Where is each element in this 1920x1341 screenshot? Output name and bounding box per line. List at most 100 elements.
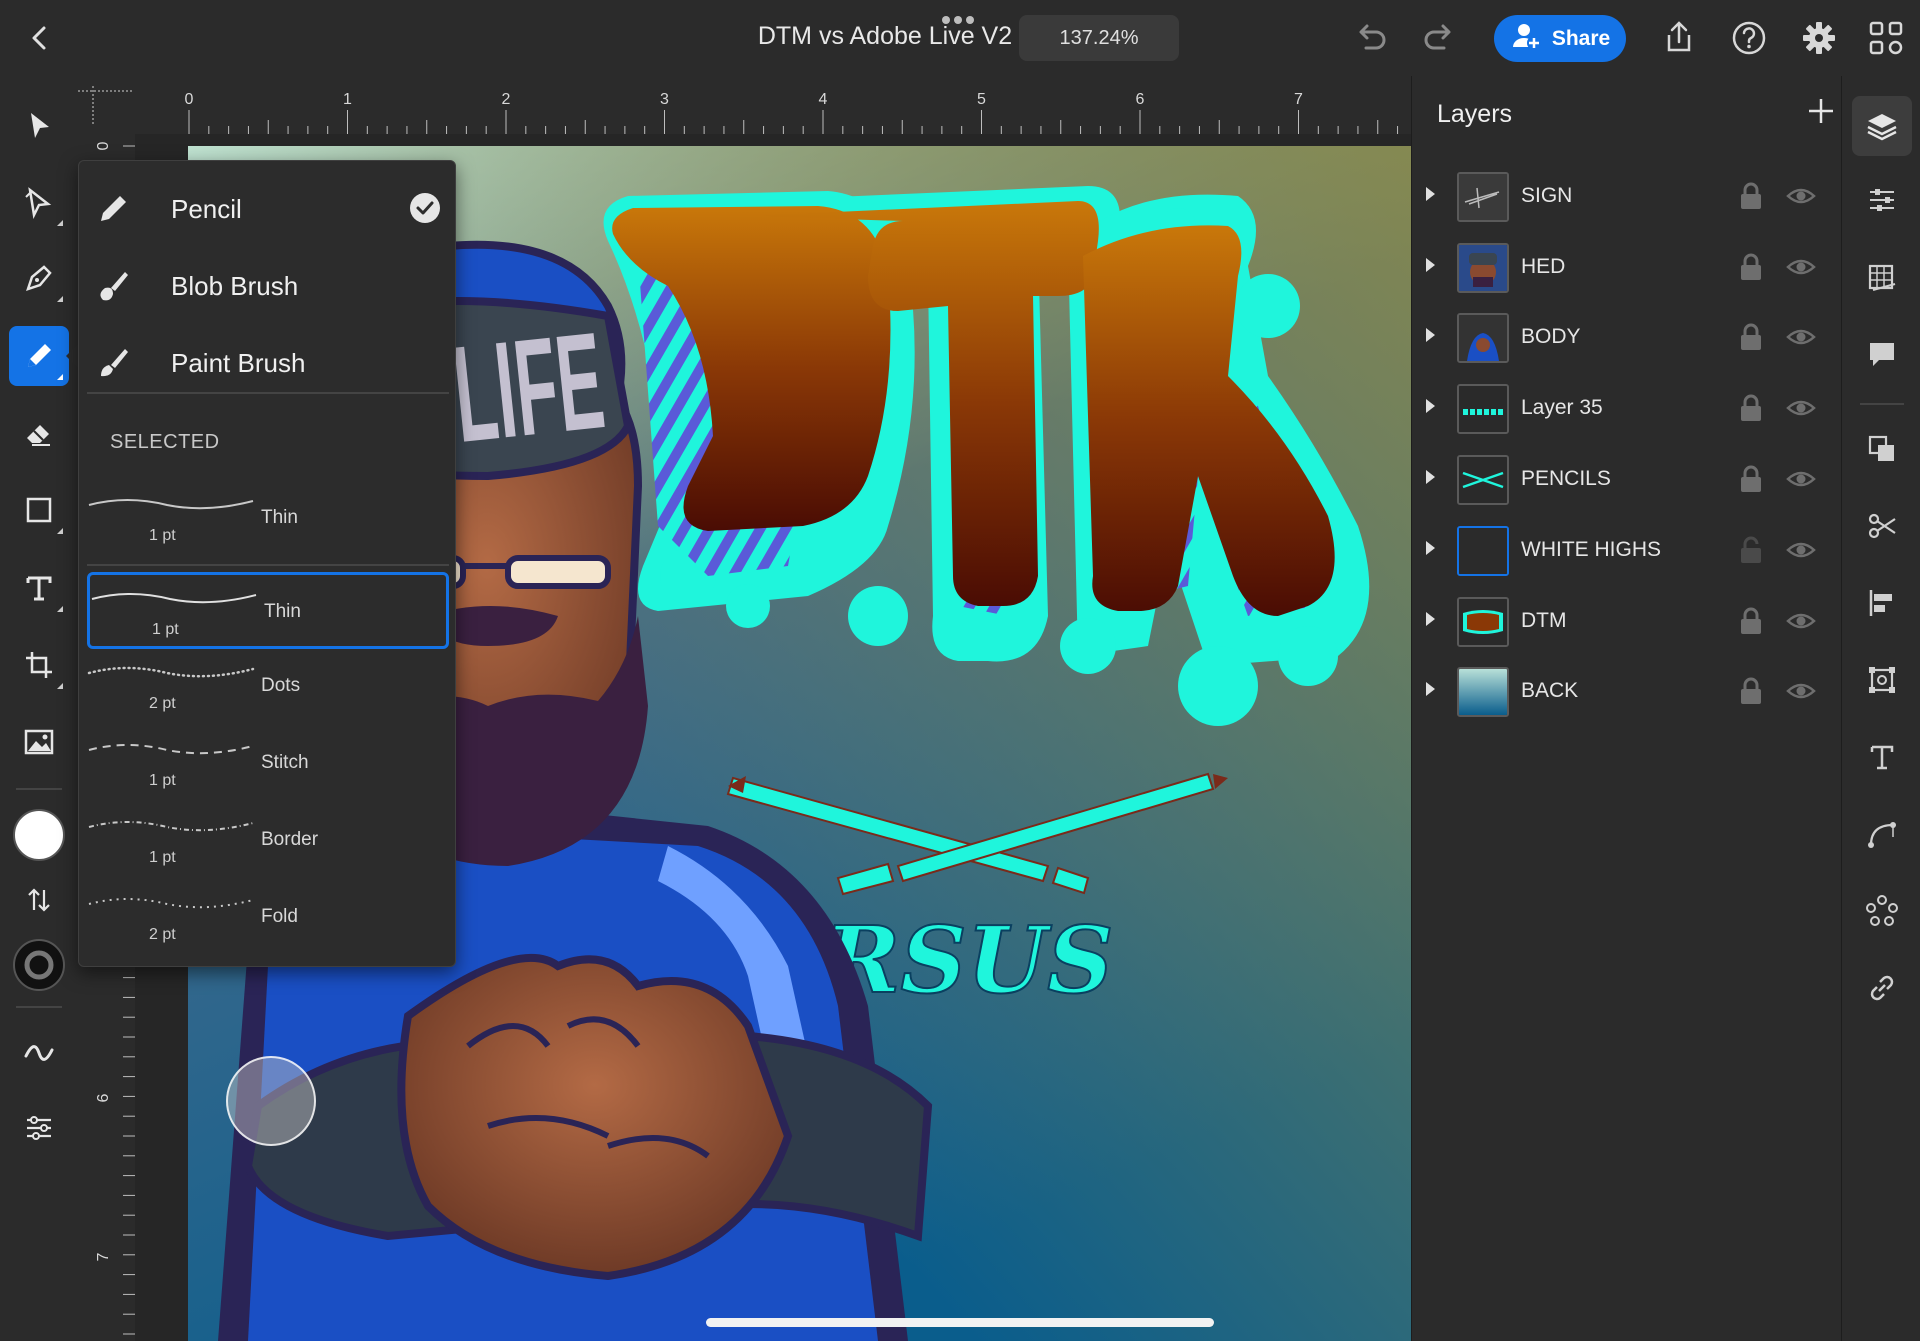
- brush-preset-fold[interactable]: 2 pt Fold: [87, 880, 449, 957]
- pathfinder-button[interactable]: [1852, 419, 1912, 479]
- stroke-color-swatch[interactable]: [9, 935, 69, 995]
- selection-tool[interactable]: [9, 96, 69, 156]
- expand-caret-icon[interactable]: [1426, 258, 1435, 272]
- tool-settings-button[interactable]: [9, 1098, 69, 1158]
- swatches-panel-button[interactable]: [1852, 247, 1912, 307]
- layer-row-dtm[interactable]: DTM: [1412, 586, 1842, 656]
- scissors-tool-button[interactable]: [1852, 496, 1912, 556]
- eye-visibility-icon[interactable]: [1786, 183, 1816, 209]
- export-icon[interactable]: [1659, 18, 1699, 58]
- brush-type-pencil[interactable]: Pencil: [79, 174, 457, 244]
- eye-visibility-icon[interactable]: [1786, 678, 1816, 704]
- ruler-v-label: 6: [95, 1093, 112, 1102]
- lock-icon[interactable]: [1738, 464, 1764, 494]
- eye-visibility-icon[interactable]: [1786, 254, 1816, 280]
- left-toolbar: [0, 76, 78, 1341]
- brush-type-paint-brush[interactable]: Paint Brush: [79, 328, 457, 398]
- expand-caret-icon[interactable]: [1426, 612, 1435, 626]
- lock-icon[interactable]: [1738, 252, 1764, 282]
- link-button[interactable]: [1852, 958, 1912, 1018]
- layer-row-pencils[interactable]: PENCILS: [1412, 444, 1842, 514]
- place-image-tool[interactable]: [9, 712, 69, 772]
- pen-tool[interactable]: [9, 248, 69, 308]
- properties-panel-button[interactable]: [1852, 170, 1912, 230]
- expand-caret-icon[interactable]: [1426, 187, 1435, 201]
- brush-preset-stitch[interactable]: 1 pt Stitch: [87, 726, 449, 803]
- redo-icon[interactable]: [1420, 18, 1460, 58]
- preset-size: 1 pt: [149, 527, 176, 544]
- settings-gear-icon[interactable]: [1799, 18, 1839, 58]
- shape-tool[interactable]: [9, 480, 69, 540]
- lock-icon[interactable]: [1738, 322, 1764, 352]
- layer-row-body[interactable]: BODY: [1412, 302, 1842, 372]
- swap-colors-button[interactable]: [9, 870, 69, 930]
- lock-icon[interactable]: [1738, 676, 1764, 706]
- repeat-grid-button[interactable]: [1852, 881, 1912, 941]
- brush-preset-thin-selected[interactable]: 1 pt Thin: [87, 572, 449, 649]
- stroke-preview-solid: [88, 499, 254, 510]
- eye-visibility-icon[interactable]: [1786, 395, 1816, 421]
- unlock-icon[interactable]: [1738, 535, 1764, 565]
- eye-visibility-icon[interactable]: [1786, 466, 1816, 492]
- share-button[interactable]: Share: [1494, 15, 1626, 62]
- preset-size: 1 pt: [149, 772, 176, 789]
- transform-panel-button[interactable]: [1852, 650, 1912, 710]
- zoom-level[interactable]: 137.24%: [1019, 15, 1179, 61]
- comments-panel-button[interactable]: [1852, 324, 1912, 384]
- expand-caret-icon[interactable]: [1426, 541, 1435, 555]
- expand-caret-icon[interactable]: [1426, 682, 1435, 696]
- eye-visibility-icon[interactable]: [1786, 537, 1816, 563]
- ruler-h-label: 7: [1294, 91, 1303, 108]
- stroke-preview-dots: [87, 666, 255, 678]
- path-tool-button[interactable]: [1852, 804, 1912, 864]
- brush-preset-dots[interactable]: 2 pt Dots: [87, 649, 449, 726]
- ruler-origin[interactable]: [78, 76, 135, 134]
- help-icon[interactable]: [1729, 18, 1769, 58]
- layer-row-back[interactable]: BACK: [1412, 656, 1842, 726]
- brush-preset-border[interactable]: 1 pt Border: [87, 803, 449, 880]
- type-tool[interactable]: [9, 558, 69, 618]
- ruler-h-label: 0: [185, 91, 194, 108]
- document-title[interactable]: DTM vs Adobe Live V2: [700, 22, 1070, 51]
- layer-row-sign[interactable]: SIGN: [1412, 161, 1842, 231]
- more-options-icon[interactable]: [938, 12, 978, 24]
- type-panel-button[interactable]: [1852, 727, 1912, 787]
- lock-icon[interactable]: [1738, 393, 1764, 423]
- lock-icon[interactable]: [1738, 606, 1764, 636]
- back-chevron-icon[interactable]: [22, 20, 58, 56]
- expand-caret-icon[interactable]: [1426, 470, 1435, 484]
- pencil-tool[interactable]: [9, 326, 69, 386]
- add-layer-plus-icon[interactable]: [1806, 96, 1836, 126]
- arrow-pointer-icon: [31, 113, 49, 138]
- layer-row-hed[interactable]: HED: [1412, 232, 1842, 302]
- transform-frame-icon: [1869, 667, 1895, 693]
- brush-type-blob-brush[interactable]: Blob Brush: [79, 251, 457, 321]
- layer-row-layer-35[interactable]: Layer 35: [1412, 373, 1842, 443]
- expand-caret-icon[interactable]: [1426, 328, 1435, 342]
- eye-visibility-icon[interactable]: [1786, 324, 1816, 350]
- eye-visibility-icon[interactable]: [1786, 608, 1816, 634]
- expand-caret-icon[interactable]: [1426, 399, 1435, 413]
- eraser-tool[interactable]: [9, 403, 69, 463]
- direct-selection-tool[interactable]: [9, 172, 69, 232]
- align-panel-button[interactable]: [1852, 573, 1912, 633]
- pen-nib-icon: [26, 265, 52, 291]
- checkmark-icon: [409, 192, 441, 224]
- layer-row-white-highs[interactable]: WHITE HIGHS: [1412, 515, 1842, 585]
- ruler-h-label: 3: [660, 91, 669, 108]
- smoothing-tool[interactable]: [9, 1023, 69, 1083]
- scissors-icon: [1868, 513, 1896, 539]
- fill-color-swatch[interactable]: [9, 805, 69, 865]
- lock-icon[interactable]: [1738, 181, 1764, 211]
- undo-icon[interactable]: [1350, 18, 1390, 58]
- blob-brush-icon: [93, 266, 133, 306]
- stroke-preview-border: [88, 821, 254, 832]
- swap-arrows-icon: [28, 888, 50, 912]
- home-indicator[interactable]: [706, 1318, 1214, 1327]
- layers-panel-button[interactable]: [1852, 96, 1912, 156]
- transform-tool[interactable]: [9, 635, 69, 695]
- plugins-icon[interactable]: [1866, 18, 1906, 58]
- layer-thumbnail: [1457, 172, 1509, 222]
- brush-preset-thin[interactable]: 1 pt Thin: [87, 481, 449, 558]
- align-left-icon: [1869, 590, 1892, 616]
